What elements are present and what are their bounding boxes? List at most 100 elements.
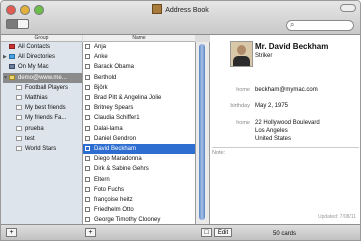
group-label: prueba [25, 125, 44, 132]
contact-name-label: Dirk & Sabine Gehrs [94, 166, 149, 173]
group-item[interactable]: ▶ All Directories [3, 52, 82, 62]
contact-name-label: françoise heitz [94, 197, 133, 203]
group-item[interactable]: All Contacts [3, 42, 82, 52]
card-count: 50 cards [273, 231, 297, 237]
group-icon [16, 115, 22, 121]
name-list-item[interactable]: Dirk & Sabine Gehrs [83, 164, 195, 174]
contact-card-icon [85, 156, 90, 162]
name-column-header[interactable]: Name [83, 35, 195, 42]
name-list-item[interactable]: Anja [83, 42, 195, 52]
contact-card-icon [85, 197, 90, 202]
field-value[interactable]: United States [255, 136, 291, 142]
contact-name-label: Berthold [94, 74, 117, 81]
contact-card-icon [85, 64, 90, 70]
contact-card: Mr. David Beckham Striker home beckham@my… [210, 35, 360, 224]
globe-icon [9, 54, 15, 60]
group-label: My friends Fa... [25, 115, 67, 122]
contact-card-icon [85, 135, 90, 141]
name-list-item[interactable]: David Beckham [83, 144, 195, 154]
group-label: test [25, 135, 35, 142]
list-view-button[interactable] [18, 20, 28, 28]
note-label[interactable]: Note: [212, 150, 225, 156]
contact-name-label: Björk [94, 84, 108, 91]
field-value[interactable]: Los Angeles [255, 128, 288, 134]
note-divider [212, 147, 359, 148]
group-label: All Directories [18, 54, 56, 61]
field-value[interactable]: 22 Hollywood Boulevard [255, 120, 320, 126]
name-list-item[interactable]: Claudia Schiffer1 [83, 113, 195, 123]
name-list-item[interactable]: Anke [83, 52, 195, 62]
name-list-item[interactable]: Diego Maradonna [83, 154, 195, 164]
card-only-view-button[interactable] [7, 20, 18, 28]
group-item[interactable]: test [3, 134, 95, 144]
contact-card-icon [85, 95, 90, 100]
contact-name-label: Claudia Schiffer1 [94, 115, 140, 122]
name-list-item[interactable]: Dalai-lama [83, 124, 195, 134]
contact-photo[interactable] [230, 41, 253, 67]
toolbar-toggle-button[interactable] [340, 4, 356, 12]
group-label: demo@www.me... [18, 74, 67, 81]
contact-name-label: Brad Pitt & Angelina Jolie [94, 95, 162, 101]
group-label: My best friends [25, 105, 66, 112]
group-label: On My Mac [18, 64, 49, 71]
name-list-item[interactable]: Friedhelm Otto [83, 205, 195, 215]
name-list-item[interactable]: Foto Fuchs [83, 185, 195, 195]
field-label[interactable]: birthday [210, 103, 250, 109]
contact-name: Mr. David Beckham [255, 42, 329, 51]
scroll-thumb[interactable] [199, 44, 205, 220]
contact-job: Striker [255, 53, 273, 59]
field-label[interactable]: home [210, 120, 250, 126]
group-item[interactable]: ▼ demo@www.me... [3, 72, 82, 83]
edit-button[interactable]: Edit [214, 228, 232, 237]
field-label[interactable]: home [210, 87, 250, 93]
contact-name-label: Friedhelm Otto [94, 207, 134, 214]
group-item[interactable]: My friends Fa... [3, 113, 95, 123]
address-book-window: Address Book ⌕ Group Name All Contacts ▶ A… [0, 0, 361, 241]
address-book-icon [152, 4, 163, 14]
name-list-item[interactable]: Britney Spears [83, 103, 195, 113]
add-group-button[interactable]: + [6, 228, 17, 237]
contact-card-icon [85, 186, 90, 192]
updated-text: Updated: 7/08/11 [318, 214, 356, 220]
name-list-item[interactable]: Daniel Gendron [83, 134, 195, 144]
contact-name-label: David Beckham [94, 146, 137, 152]
contact-card-icon [85, 125, 90, 131]
contact-card-icon [85, 176, 90, 182]
field-value[interactable]: May 2, 1975 [255, 103, 288, 109]
group-icon [16, 105, 22, 111]
contact-name-label: Foto Fuchs [94, 186, 125, 193]
contact-card-icon [85, 217, 90, 223]
name-list-item[interactable]: Björk [83, 83, 195, 93]
field-value[interactable]: beckham@mymac.com [255, 87, 318, 93]
group-item[interactable]: prueba [3, 124, 95, 134]
group-icon [16, 84, 22, 90]
group-item[interactable]: On My Mac [3, 62, 82, 72]
name-list-item[interactable]: Barack Obama [83, 62, 195, 72]
name-scrollbar[interactable] [196, 42, 210, 224]
group-item[interactable]: Matthias [3, 93, 95, 103]
group-label: All Contacts [18, 44, 51, 50]
group-icon [16, 146, 22, 151]
address-book-icon [9, 44, 15, 49]
contact-card-icon [85, 84, 90, 90]
group-item[interactable]: Football Players [3, 83, 95, 93]
group-item[interactable]: World Stars [3, 144, 95, 154]
group-column-header[interactable]: Group [1, 35, 82, 42]
add-contact-button[interactable]: + [85, 228, 96, 237]
contact-card-icon [85, 44, 90, 49]
contact-name-label: Anke [94, 54, 108, 61]
name-list-item[interactable]: Berthold [83, 73, 195, 83]
name-list-item[interactable]: françoise heitz [83, 195, 195, 205]
group-icon [16, 135, 22, 141]
name-list-item[interactable]: Brad Pitt & Angelina Jolie [83, 93, 195, 103]
group-item[interactable]: My best friends [3, 103, 95, 113]
search-field[interactable]: ⌕ [286, 20, 354, 31]
contact-card-icon [85, 115, 90, 121]
view-toggle-button[interactable]: □ [201, 228, 212, 237]
contact-name-label: George Timothy Clooney [94, 217, 161, 224]
contact-card-icon [85, 54, 90, 60]
contact-card-icon [85, 105, 90, 111]
contact-name-label: Barack Obama [94, 64, 135, 71]
contact-name-label: Daniel Gendron [94, 135, 137, 142]
name-list-item[interactable]: Eltern [83, 175, 195, 185]
